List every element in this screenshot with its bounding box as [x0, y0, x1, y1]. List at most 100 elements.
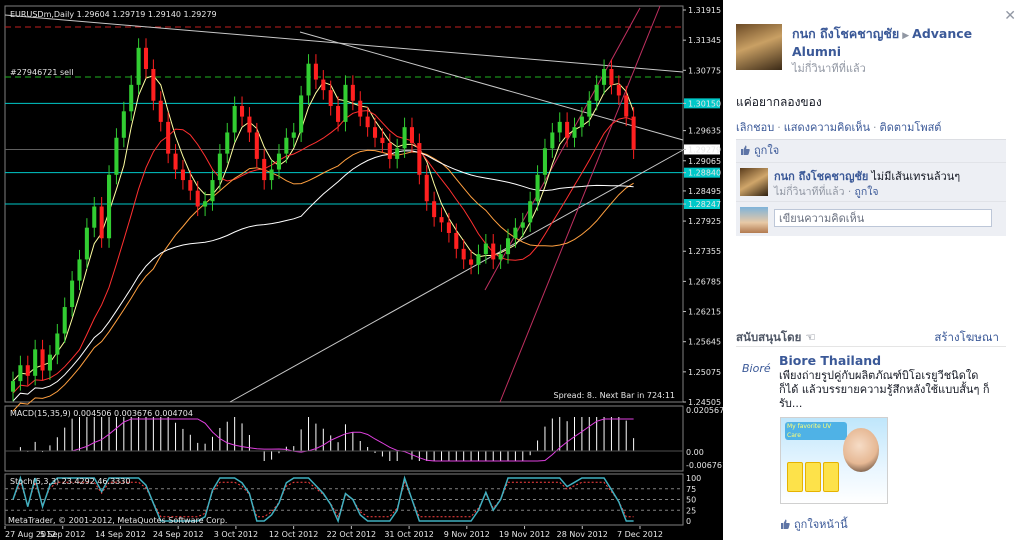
price-tick-label: 1.31345 — [688, 36, 721, 45]
macd-axis-label: -0.006761 — [686, 461, 723, 470]
ad-body-text[interactable]: เพียงถ่ายรูปคู่กับผลิตภัณฑ์บิโอเรยูวีชนิ… — [779, 369, 994, 411]
candle-body — [240, 106, 245, 117]
ad-image-product — [805, 462, 821, 492]
candle-body — [55, 333, 60, 355]
commenter-avatar[interactable] — [740, 168, 768, 196]
candle-body — [624, 95, 629, 117]
price-tick-label: 1.28247 — [688, 200, 721, 209]
chart-canvas[interactable]: 1.31915 1.31345 1.30775 1.30150 1.29635 1.292… — [0, 0, 723, 540]
price-tick-label: 1.25645 — [688, 338, 721, 347]
candle-body — [483, 243, 488, 255]
price-tick-label: 1.29065 — [688, 157, 721, 166]
candle-body — [387, 143, 392, 159]
post-time[interactable]: ไม่กี่วินาทีที่แล้ว — [792, 59, 866, 77]
candle-body — [565, 121, 570, 138]
author-avatar[interactable] — [736, 24, 782, 70]
comment-link[interactable]: แสดงความคิดเห็น — [784, 121, 870, 134]
date-tick-label: 28 Nov 2012 — [557, 530, 608, 539]
date-tick-label: 12 Oct 2012 — [269, 530, 318, 539]
comment-time[interactable]: ไม่กี่วินาทีที่แล้ว — [774, 186, 844, 198]
biore-logo[interactable]: Bioré — [742, 362, 771, 375]
post-actions: เลิกชอบ · แสดงความคิดเห็น · ติดตามโพสต์ — [736, 118, 941, 136]
likes-row: ถูกใจ — [736, 140, 1006, 163]
candle-body — [432, 201, 437, 218]
price-tick-label: 1.28495 — [688, 187, 721, 196]
candle-body — [99, 206, 104, 239]
candle-body — [25, 365, 30, 376]
candle-body — [350, 84, 355, 101]
close-icon[interactable]: ✕ — [1004, 8, 1016, 24]
spread-readout: Spread: 8.. Next Bar in 724:11 — [553, 391, 675, 400]
candle-body — [542, 148, 547, 175]
chart-title: EURUSDm,Daily 1.29604 1.29719 1.29140 1.… — [10, 10, 217, 19]
candle-body — [210, 180, 215, 202]
candle-body — [395, 148, 400, 159]
candle-body — [579, 116, 584, 128]
likes-label[interactable]: ถูกใจ — [754, 144, 779, 157]
facebook-sidebar: ✕ กนก ถึงโชคชาญชัย ▶ Advance Alumni ไม่กี่… — [723, 0, 1024, 540]
price-tick-label: 1.29279 — [688, 145, 721, 154]
comment-input[interactable]: เขียนความคิดเห็น — [774, 209, 992, 227]
candle-body — [557, 121, 562, 133]
stoch-axis-label: 75 — [686, 485, 696, 494]
trendline — [229, 149, 684, 403]
price-tick-label: 1.30150 — [688, 99, 721, 108]
ad-image-product — [787, 462, 803, 492]
unlike-link[interactable]: เลิกชอบ — [736, 121, 774, 134]
arrow-right-icon: ▶ — [902, 31, 910, 41]
comment-like-link[interactable]: ถูกใจ — [855, 186, 879, 198]
macd-axis-label: 0.00 — [686, 448, 704, 457]
ad-title-link[interactable]: Biore Thailand — [779, 353, 881, 368]
sponsored-label: สนับสนุนโดย — [736, 330, 802, 344]
candle-body — [572, 127, 577, 138]
candle-body — [498, 254, 503, 260]
candle-body — [262, 158, 267, 181]
stoch-axis-label: 0 — [686, 517, 691, 526]
candle-body — [107, 174, 112, 239]
separator-dot: · — [873, 121, 877, 134]
price-tick-label: 1.25075 — [688, 368, 721, 377]
stoch-axis-label: 50 — [686, 496, 696, 505]
follow-post-link[interactable]: ติดตามโพสต์ — [880, 121, 942, 134]
date-tick-label: 7 Dec 2012 — [617, 530, 663, 539]
comment-meta: ไม่กี่วินาทีที่แล้ว · ถูกใจ — [774, 186, 879, 198]
like-page-link[interactable]: ถูกใจหน้านี้ — [794, 518, 848, 531]
candle-body — [47, 354, 52, 371]
candle-body — [291, 132, 296, 138]
candle-body — [136, 47, 141, 85]
comment-author-link[interactable]: กนก ถึงโชคชาญชัย — [774, 170, 868, 183]
candle-body — [439, 217, 444, 223]
create-ad-link[interactable]: สร้างโฆษณา — [934, 329, 999, 347]
candle-body — [143, 47, 149, 69]
candle-body — [254, 132, 259, 159]
order-label: #27946721 sell — [10, 68, 74, 77]
candle-body — [631, 116, 636, 150]
candle-body — [313, 63, 318, 80]
comment-text: ไม่มีเส้นเทรนล้วนๆ — [871, 170, 961, 183]
candle-body — [454, 232, 459, 249]
candle-body — [225, 132, 230, 154]
candle-body — [513, 227, 518, 239]
macd-axis-label: 0.020567 — [686, 406, 723, 415]
candle-body — [18, 365, 23, 382]
price-tick-label: 1.29635 — [688, 127, 721, 136]
candle-body — [409, 127, 414, 144]
date-tick-label: 5 Sep 2012 — [40, 530, 86, 539]
date-tick-label: 22 Oct 2012 — [327, 530, 376, 539]
ad-image[interactable]: My favorite UV Care — [780, 417, 888, 504]
candle-body — [528, 201, 533, 223]
candle-body — [321, 79, 326, 91]
candle-body — [505, 238, 511, 255]
ad-image-product — [823, 462, 839, 492]
candle-body — [587, 100, 592, 117]
moving-average-mid — [12, 110, 634, 394]
candle-body — [446, 222, 451, 233]
candle-body — [195, 190, 200, 207]
trading-chart[interactable]: 1.31915 1.31345 1.30775 1.30150 1.29635 1.292… — [0, 0, 723, 540]
post-author-link[interactable]: กนก ถึงโชคชาญชัย — [792, 26, 899, 41]
sponsored-info-icon[interactable]: ☜ — [805, 330, 815, 344]
price-tick-label: 1.30775 — [688, 66, 721, 75]
thumbs-up-icon — [781, 519, 790, 529]
stoch-label: Stoch(5,3,3) 23.4292 46.3330 — [10, 477, 130, 486]
candle-body — [535, 174, 540, 202]
